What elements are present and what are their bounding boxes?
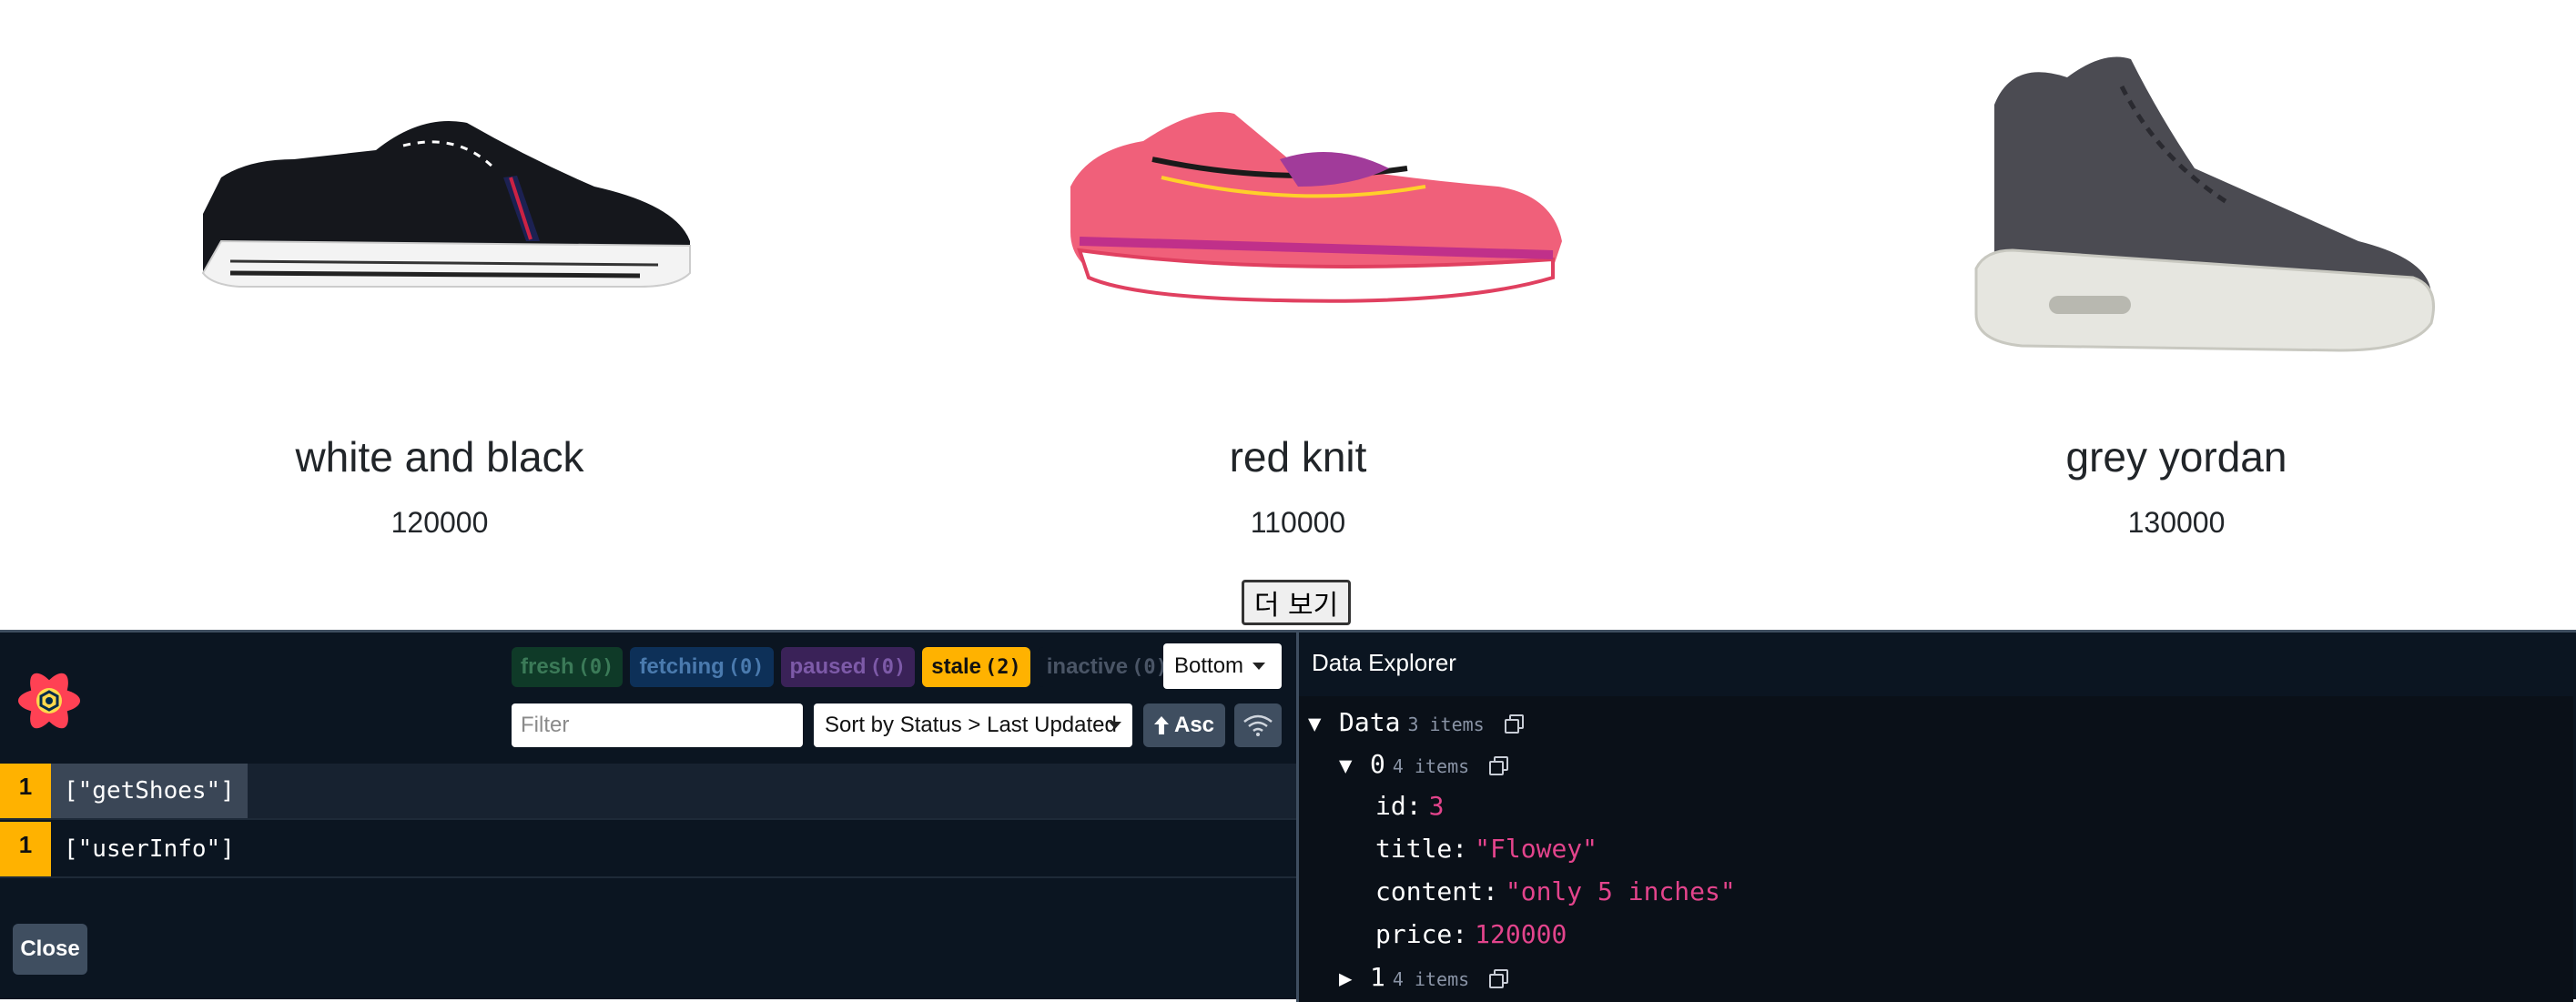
close-button[interactable]: Close [13, 924, 87, 975]
chevron-down-icon [1253, 663, 1266, 670]
explorer-title: Data Explorer [1312, 649, 1456, 676]
badge-count: (2) [985, 655, 1021, 679]
query-observer-count: 1 [0, 822, 51, 876]
badge-count: (0) [869, 655, 907, 679]
expanded-triangle-icon: ▼ [1339, 753, 1353, 778]
copy-icon[interactable] [1504, 714, 1524, 734]
query-key: ["getShoes"] [51, 764, 248, 818]
shoe-image [1737, 18, 2576, 373]
tree-field: content: "only 5 inches" [1375, 876, 1736, 906]
expanded-triangle-icon: ▼ [1308, 711, 1322, 736]
tree-field: title: "Flowey" [1375, 834, 1597, 864]
shoe-image [858, 18, 1738, 373]
sort-direction-label: Asc [1173, 713, 1215, 737]
product-list: white and black 120000 red knit 110000 g… [0, 0, 2576, 630]
badge-count: (0) [1131, 655, 1168, 679]
shoe-image [0, 18, 879, 373]
badge-count: (0) [727, 655, 765, 679]
tree-field: price: 120000 [1375, 919, 1567, 949]
product-card[interactable]: white and black 120000 [0, 0, 879, 564]
query-list-pane: fresh (0) fetching (0) paused (0) stale (2) … [0, 633, 1296, 1002]
tree-node-count: 4 items [1392, 755, 1470, 777]
product-price: 120000 [390, 506, 489, 539]
data-explorer-pane: Data Explorer ▼ Data 3 items ▼ 0 4 items… [1296, 633, 2576, 1002]
query-row[interactable]: 1 ["userInfo"] [0, 822, 1296, 878]
tree-node-count: 3 items [1407, 714, 1485, 735]
copy-icon[interactable] [1489, 756, 1509, 775]
badge-label: inactive [1046, 654, 1129, 679]
sort-direction-button[interactable]: Asc [1143, 703, 1225, 747]
product-card[interactable]: red knit 110000 [858, 0, 1738, 564]
copy-icon[interactable] [1489, 969, 1509, 988]
tree-node-label: 0 [1370, 749, 1385, 779]
tree-node-count: 4 items [1392, 968, 1470, 990]
arrow-up-icon [1153, 716, 1169, 734]
position-select[interactable]: Bottom [1163, 643, 1282, 689]
field-key: content: [1375, 876, 1498, 906]
react-query-devtools: fresh (0) fetching (0) paused (0) stale (2) … [0, 630, 2576, 1002]
status-badges: fresh (0) fetching (0) paused (0) stale (2) … [512, 647, 1177, 687]
badge-label: stale [931, 654, 981, 679]
product-price: 110000 [1250, 506, 1346, 539]
tree-node-data[interactable]: ▼ Data 3 items [1308, 707, 1524, 737]
product-card[interactable]: grey yordan 130000 [1737, 0, 2576, 564]
more-button[interactable]: 더 보기 [1242, 580, 1351, 625]
sort-select[interactable]: Sort by Status > Last Updated [814, 703, 1132, 747]
tree-node-item[interactable]: ▼ 0 4 items [1339, 749, 1509, 779]
tree-node-label: Data [1339, 707, 1401, 737]
badge-stale: stale (2) [922, 647, 1030, 687]
field-key: id: [1375, 791, 1422, 821]
badge-inactive: inactive (0) [1037, 647, 1177, 687]
collapsed-triangle-icon: ▶ [1339, 966, 1353, 991]
badge-fresh: fresh (0) [512, 647, 624, 687]
badge-count: (0) [577, 655, 614, 679]
field-value: "only 5 inches" [1505, 876, 1736, 906]
chevron-down-icon [1109, 722, 1121, 729]
badge-label: fetching [639, 654, 725, 679]
online-toggle-button[interactable] [1234, 703, 1282, 747]
tree-field: id: 3 [1375, 791, 1444, 821]
product-name: white and black [295, 433, 584, 481]
query-observer-count: 1 [0, 764, 51, 818]
field-value: 120000 [1475, 919, 1567, 949]
product-name: grey yordan [2065, 433, 2287, 481]
wifi-icon [1243, 714, 1273, 736]
product-price: 130000 [2127, 506, 2226, 539]
explorer-tree: ▼ Data 3 items ▼ 0 4 items id: 3 title: … [1299, 696, 2573, 1002]
filter-input[interactable] [512, 703, 803, 747]
field-key: title: [1375, 834, 1468, 864]
tree-node-item[interactable]: ▶ 1 4 items [1339, 962, 1509, 992]
field-key: price: [1375, 919, 1468, 949]
badge-label: paused [789, 654, 867, 679]
query-key: ["userInfo"] [64, 835, 235, 863]
field-value: "Flowey" [1475, 834, 1598, 864]
query-row[interactable]: 1 ["getShoes"] [0, 764, 1296, 820]
sort-select-value: Sort by Status > Last Updated [825, 713, 1117, 737]
position-select-value: Bottom [1174, 653, 1244, 678]
badge-label: fresh [521, 654, 574, 679]
product-name: red knit [1229, 433, 1367, 481]
badge-paused: paused (0) [780, 647, 916, 687]
field-value: 3 [1428, 791, 1445, 821]
badge-fetching: fetching (0) [630, 647, 774, 687]
react-query-logo-icon[interactable] [13, 664, 86, 737]
tree-node-label: 1 [1370, 962, 1385, 992]
